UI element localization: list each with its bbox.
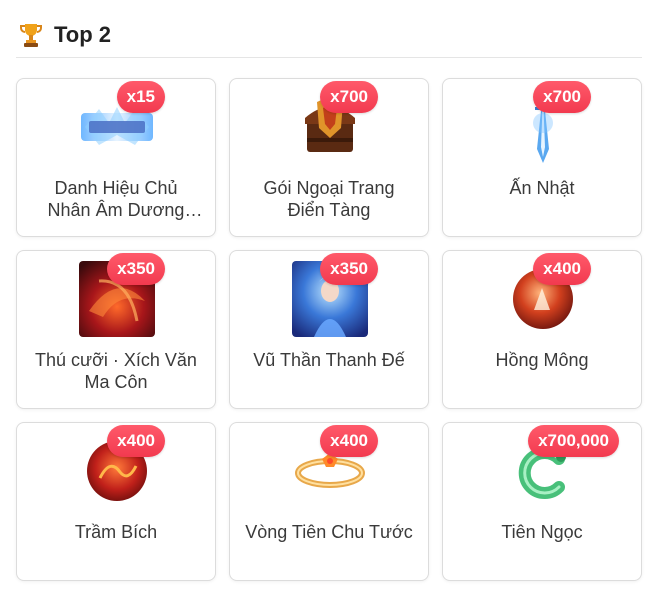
reward-name: Trầm Bích bbox=[74, 522, 158, 542]
quantity-badge: x700 bbox=[320, 81, 378, 113]
reward-card[interactable]: x700 Ấn Nhật bbox=[442, 78, 642, 237]
quantity-badge: x350 bbox=[320, 253, 378, 285]
reward-name: Danh Hiệu Chủ Nhân Âm Dương Đạo bbox=[47, 178, 185, 220]
reward-card[interactable]: x700 Gói Ngoại Trang Điển Tàng bbox=[229, 78, 429, 237]
quantity-badge: x700 bbox=[533, 81, 591, 113]
quantity-badge: x400 bbox=[107, 425, 165, 457]
reward-name: Vòng Tiên Chu Tước bbox=[245, 522, 413, 542]
reward-grid: x15 Danh Hiệu Chủ Nhân Âm Dương Đạo x700… bbox=[16, 78, 642, 581]
quantity-badge: x15 bbox=[116, 81, 165, 113]
quantity-badge: x400 bbox=[533, 253, 591, 285]
reward-name: Tiên Ngọc bbox=[501, 522, 583, 542]
reward-name: Ấn Nhật bbox=[509, 178, 575, 198]
quantity-badge: x400 bbox=[320, 425, 378, 457]
reward-card[interactable]: x400 Trầm Bích bbox=[16, 422, 216, 581]
reward-card[interactable]: x700,000 Tiên Ngọc bbox=[442, 422, 642, 581]
reward-name: Hồng Mông bbox=[495, 350, 589, 370]
reward-name: Gói Ngoại Trang Điển Tàng bbox=[263, 178, 395, 220]
reward-name: Thú cưỡi · Xích Văn Ma Côn bbox=[35, 350, 197, 392]
page-title: Top 2 bbox=[54, 21, 112, 47]
trophy-icon bbox=[20, 23, 42, 47]
quantity-badge: x700,000 bbox=[528, 425, 619, 457]
section-header: Top 2 bbox=[16, 12, 642, 58]
reward-name: Vũ Thần Thanh Đế bbox=[253, 350, 405, 370]
reward-card[interactable]: x400 Hồng Mông bbox=[442, 250, 642, 409]
reward-card[interactable]: x350 Thú cưỡi · Xích Văn Ma Côn bbox=[16, 250, 216, 409]
quantity-badge: x350 bbox=[107, 253, 165, 285]
reward-card[interactable]: x350 Vũ Thần Thanh Đế bbox=[229, 250, 429, 409]
reward-card[interactable]: x400 Vòng Tiên Chu Tước bbox=[229, 422, 429, 581]
reward-card[interactable]: x15 Danh Hiệu Chủ Nhân Âm Dương Đạo bbox=[16, 78, 216, 237]
